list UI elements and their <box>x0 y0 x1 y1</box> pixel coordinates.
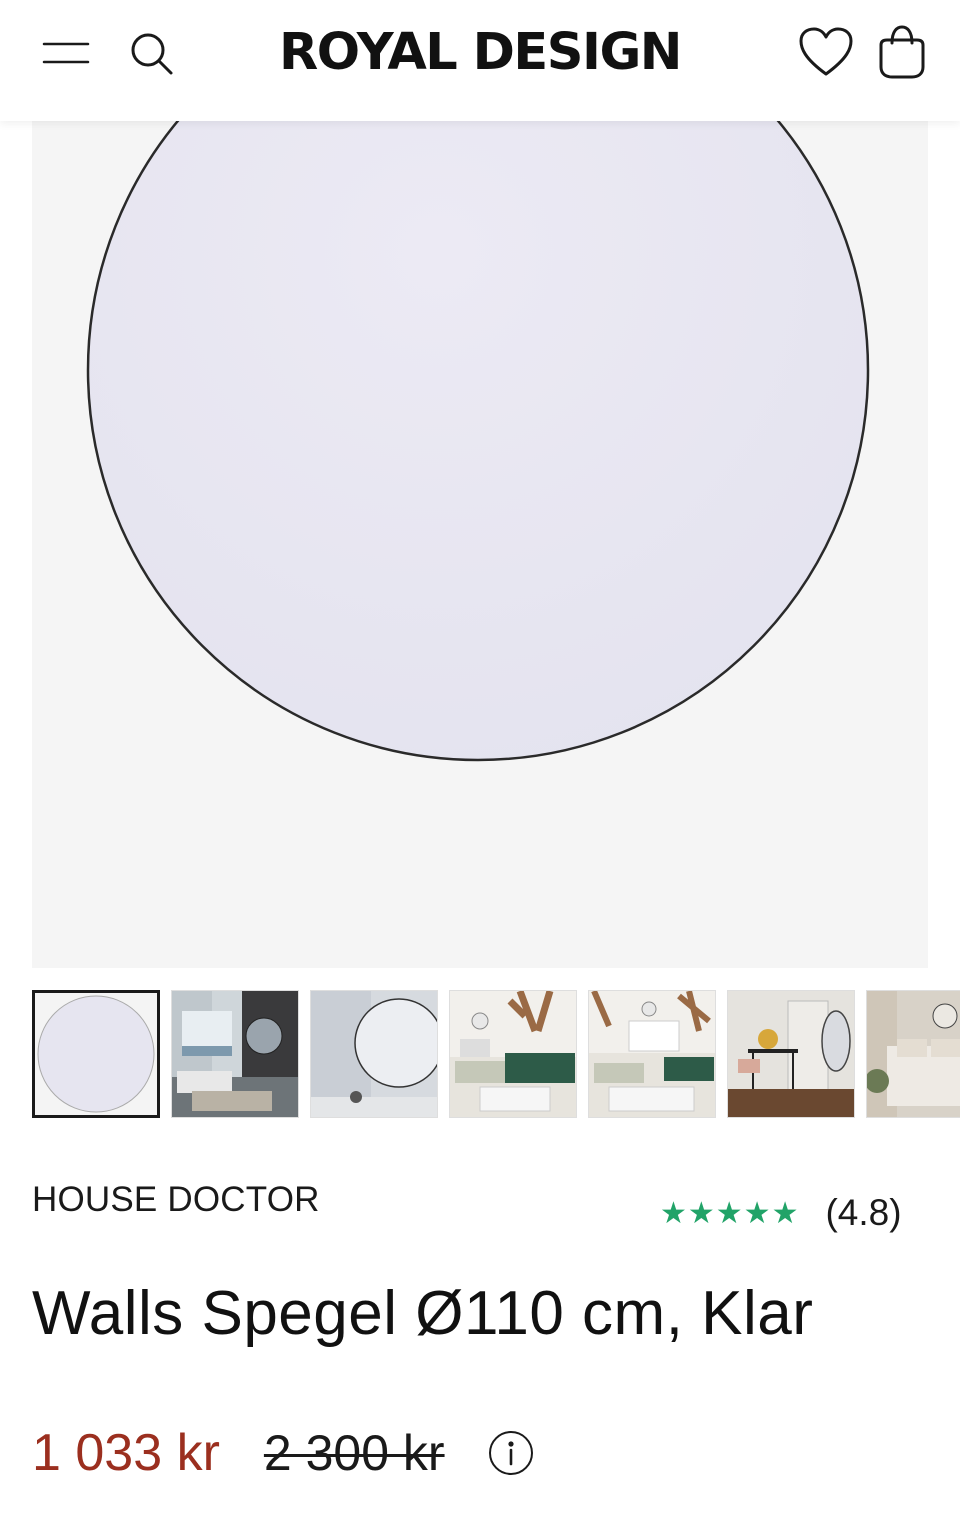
thumbnail-strip <box>32 990 960 1118</box>
thumb-bedroom[interactable] <box>866 990 960 1118</box>
heart-icon <box>799 27 853 76</box>
site-header: ROYAL DESIGN <box>0 0 960 121</box>
site-logo[interactable]: ROYAL DESIGN <box>200 20 760 90</box>
price-original: 2 300 kr <box>263 1425 445 1481</box>
product-title: Walls Spegel Ø110 cm, Klar <box>32 1279 814 1348</box>
search-icon <box>131 33 173 75</box>
price-info-button[interactable] <box>488 1431 533 1475</box>
shopping-bag-icon <box>879 25 925 79</box>
thumb-mirror-product[interactable] <box>32 990 160 1118</box>
rating-value: (4.8) <box>825 1192 902 1233</box>
price-current: 1 033 kr <box>32 1424 220 1482</box>
round-mirror-image <box>86 120 870 762</box>
price-row: 1 033 kr 2 300 kr <box>32 1420 533 1486</box>
thumb-living-room-sea-view[interactable] <box>171 990 299 1118</box>
search-button[interactable] <box>124 26 178 80</box>
menu-icon <box>42 42 90 64</box>
thumb-mirror-on-wall[interactable] <box>310 990 438 1118</box>
info-icon <box>507 1441 514 1466</box>
main-product-image[interactable] <box>32 120 928 968</box>
wishlist-button[interactable] <box>796 24 856 80</box>
rating-stars: ★★★★★ <box>660 1195 800 1231</box>
menu-button[interactable] <box>38 30 94 76</box>
thumb-sofa-room-beams[interactable] <box>588 990 716 1118</box>
thumb-green-sofa-room[interactable] <box>449 990 577 1118</box>
cart-button[interactable] <box>872 22 932 82</box>
thumb-desk-chair-room[interactable] <box>727 990 855 1118</box>
product-brand[interactable]: HOUSE DOCTOR <box>32 1180 320 1220</box>
product-rating[interactable]: ★★★★★ (4.8) <box>660 1188 902 1238</box>
